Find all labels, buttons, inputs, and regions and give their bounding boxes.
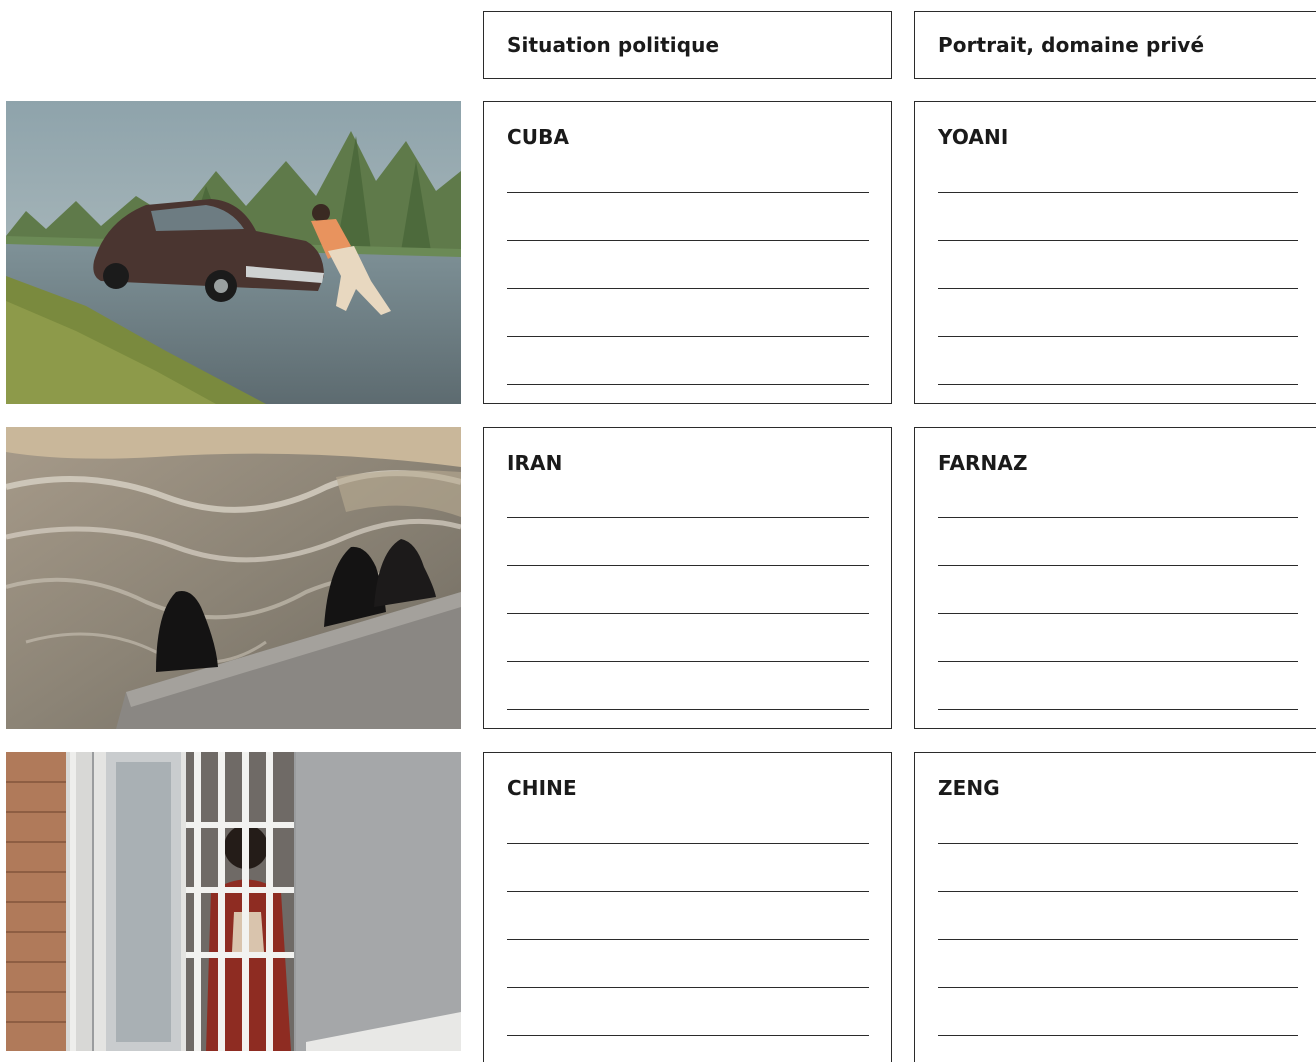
writing-line (507, 288, 869, 289)
writing-line (938, 517, 1298, 518)
cell-zeng-portrait: ZENG (914, 752, 1316, 1062)
photo-china-window (6, 752, 461, 1051)
cell-farnaz-portrait: FARNAZ (914, 427, 1316, 729)
writing-line (507, 240, 869, 241)
writing-line (507, 517, 869, 518)
country-label: CHINE (507, 776, 577, 800)
writing-line (938, 891, 1298, 892)
photo-iran-sea-wall (6, 427, 461, 729)
writing-line (938, 987, 1298, 988)
writing-line (938, 288, 1298, 289)
column-heading-portrait: Portrait, domaine privé (938, 33, 1205, 57)
writing-line (938, 939, 1298, 940)
person-label: ZENG (938, 776, 1000, 800)
cell-iran-political: IRAN (483, 427, 892, 729)
header-political-situation: Situation politique (483, 11, 892, 79)
column-heading-political-situation: Situation politique (507, 33, 720, 57)
cell-china-political: CHINE (483, 752, 892, 1062)
writing-line (507, 1035, 869, 1036)
cell-cuba-political: CUBA (483, 101, 892, 404)
writing-line (938, 384, 1298, 385)
writing-line (507, 384, 869, 385)
writing-line (507, 192, 869, 193)
writing-line (507, 709, 869, 710)
country-label: CUBA (507, 125, 570, 149)
writing-line (507, 336, 869, 337)
writing-line (938, 709, 1298, 710)
writing-line (507, 939, 869, 940)
writing-line (938, 240, 1298, 241)
header-portrait-private: Portrait, domaine privé (914, 11, 1316, 79)
writing-line (507, 661, 869, 662)
writing-line (507, 843, 869, 844)
country-label: IRAN (507, 451, 563, 475)
person-label: FARNAZ (938, 451, 1028, 475)
writing-line (938, 192, 1298, 193)
cell-yoani-portrait: YOANI (914, 101, 1316, 404)
writing-line (938, 1035, 1298, 1036)
writing-line (938, 613, 1298, 614)
person-label: YOANI (938, 125, 1009, 149)
writing-line (507, 891, 869, 892)
writing-line (507, 565, 869, 566)
writing-line (938, 661, 1298, 662)
writing-line (938, 336, 1298, 337)
writing-line (507, 613, 869, 614)
writing-line (938, 565, 1298, 566)
photo-cuba-car-push (6, 101, 461, 404)
writing-line (938, 843, 1298, 844)
writing-line (507, 987, 869, 988)
